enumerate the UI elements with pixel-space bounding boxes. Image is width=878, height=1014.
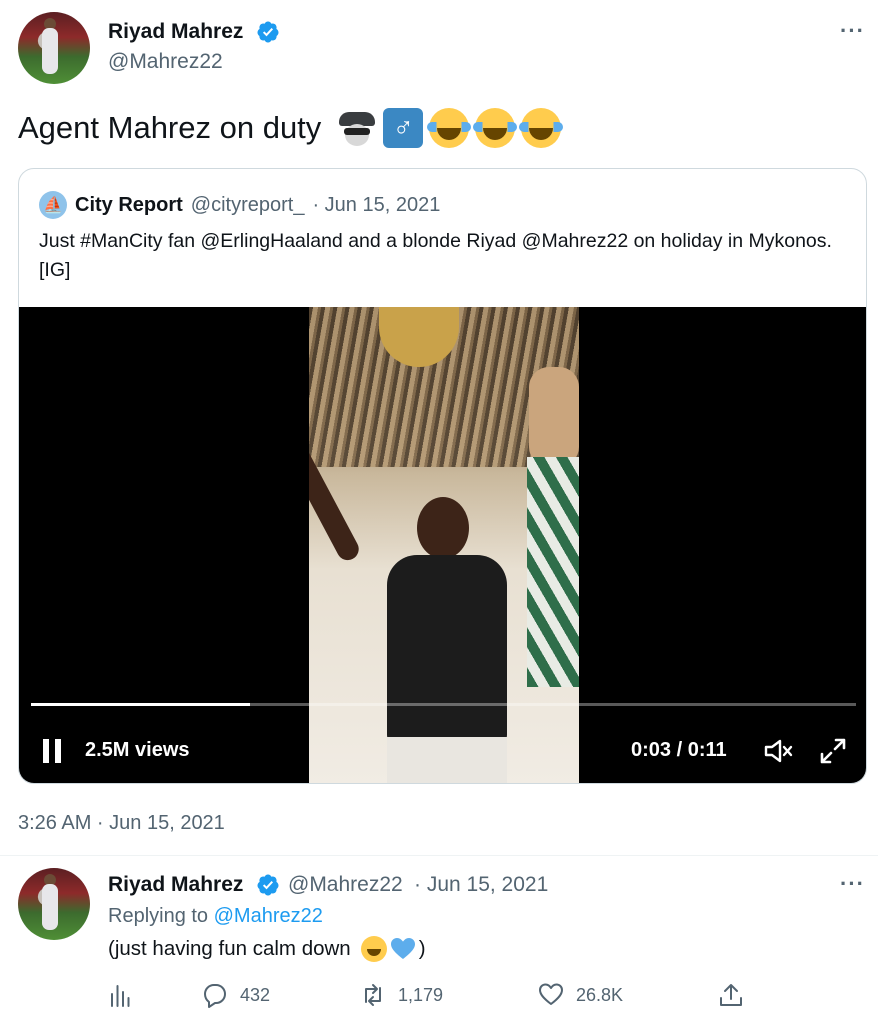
reply-text-close: ) <box>418 937 426 960</box>
divider <box>0 855 878 856</box>
muted-volume-icon[interactable] <box>763 737 795 765</box>
more-options-button[interactable]: ··· <box>840 18 865 44</box>
replying-to-prefix: Replying to <box>108 905 209 927</box>
quoted-tweet-header: ⛵ City Report @cityreport_ · Jun 15, 202… <box>39 191 440 219</box>
male-sign-emoji-icon: ♂ <box>383 108 424 148</box>
author-handle[interactable]: @Mahrez22 <box>108 50 223 74</box>
reply-author-name[interactable]: Riyad Mahrez <box>108 873 243 897</box>
reply-author-avatar[interactable] <box>18 868 90 940</box>
reply-count: 432 <box>240 984 271 1005</box>
laughing-emoji-icon <box>519 108 564 148</box>
reply-date[interactable]: · Jun 15, 2021 <box>414 873 548 897</box>
video-progress-bar[interactable] <box>31 703 856 706</box>
author-avatar[interactable] <box>18 12 90 84</box>
share-button[interactable] <box>718 982 744 1008</box>
retweet-count: 1,179 <box>398 984 444 1005</box>
retweet-icon <box>365 984 381 1006</box>
replying-to-link[interactable]: @Mahrez22 <box>214 905 323 927</box>
video-time: 0:03 / 0:11 <box>631 739 727 761</box>
like-count: 26.8K <box>576 984 624 1005</box>
verified-badge-icon <box>257 21 279 43</box>
detective-emoji-icon <box>337 108 377 148</box>
analytics-button[interactable] <box>108 982 134 1008</box>
laughing-emoji-icon <box>427 108 472 148</box>
video-controls: 2.5M views 0:03 / 0:11 <box>19 727 866 771</box>
video-views: 2.5M views <box>85 739 190 761</box>
quoted-author-name[interactable]: City Report <box>75 194 183 217</box>
tweet-timestamp[interactable]: 3:26 AM · Jun 15, 2021 <box>18 812 225 835</box>
reply-more-options-button[interactable]: ··· <box>840 871 865 897</box>
tweet-text: Agent Mahrez on duty ♂ <box>18 108 564 148</box>
tweet-actions: 432 1,179 26.8K <box>108 982 748 1012</box>
reply-text: (just having fun calm down ) <box>108 936 426 962</box>
quoted-date[interactable]: · Jun 15, 2021 <box>312 194 440 217</box>
video-player[interactable]: 2.5M views 0:03 / 0:11 <box>19 307 866 783</box>
quoted-tweet-card[interactable]: ⛵ City Report @cityreport_ · Jun 15, 202… <box>18 168 867 784</box>
tweet-text-content: Agent Mahrez on duty <box>18 110 322 145</box>
share-icon <box>720 984 742 1006</box>
quoted-tweet-text: Just #ManCity fan @ErlingHaaland and a b… <box>39 230 832 281</box>
like-button[interactable]: 26.8K <box>538 982 623 1008</box>
blue-heart-emoji-icon <box>390 938 415 959</box>
video-frame <box>309 307 579 783</box>
quoted-author-handle[interactable]: @cityreport_ <box>191 194 305 217</box>
pause-icon[interactable] <box>41 739 63 763</box>
reply-text-content: (just having fun calm down <box>108 937 351 960</box>
replying-to: Replying to @Mahrez22 <box>108 905 323 928</box>
video-progress-fill <box>31 703 250 706</box>
quoted-author-avatar-icon[interactable]: ⛵ <box>39 191 67 219</box>
laughing-emoji-icon <box>360 936 387 962</box>
laughing-emoji-icon <box>473 108 518 148</box>
analytics-icon <box>111 985 130 1007</box>
heart-icon <box>539 983 563 1005</box>
reply-icon <box>204 984 226 1008</box>
verified-badge-icon <box>257 874 279 896</box>
retweet-button[interactable]: 1,179 <box>360 982 443 1008</box>
reply-author-handle[interactable]: @Mahrez22 <box>288 873 403 897</box>
author-name[interactable]: Riyad Mahrez <box>108 20 243 44</box>
fullscreen-icon[interactable] <box>817 735 849 767</box>
reply-button[interactable]: 432 <box>202 982 270 1008</box>
